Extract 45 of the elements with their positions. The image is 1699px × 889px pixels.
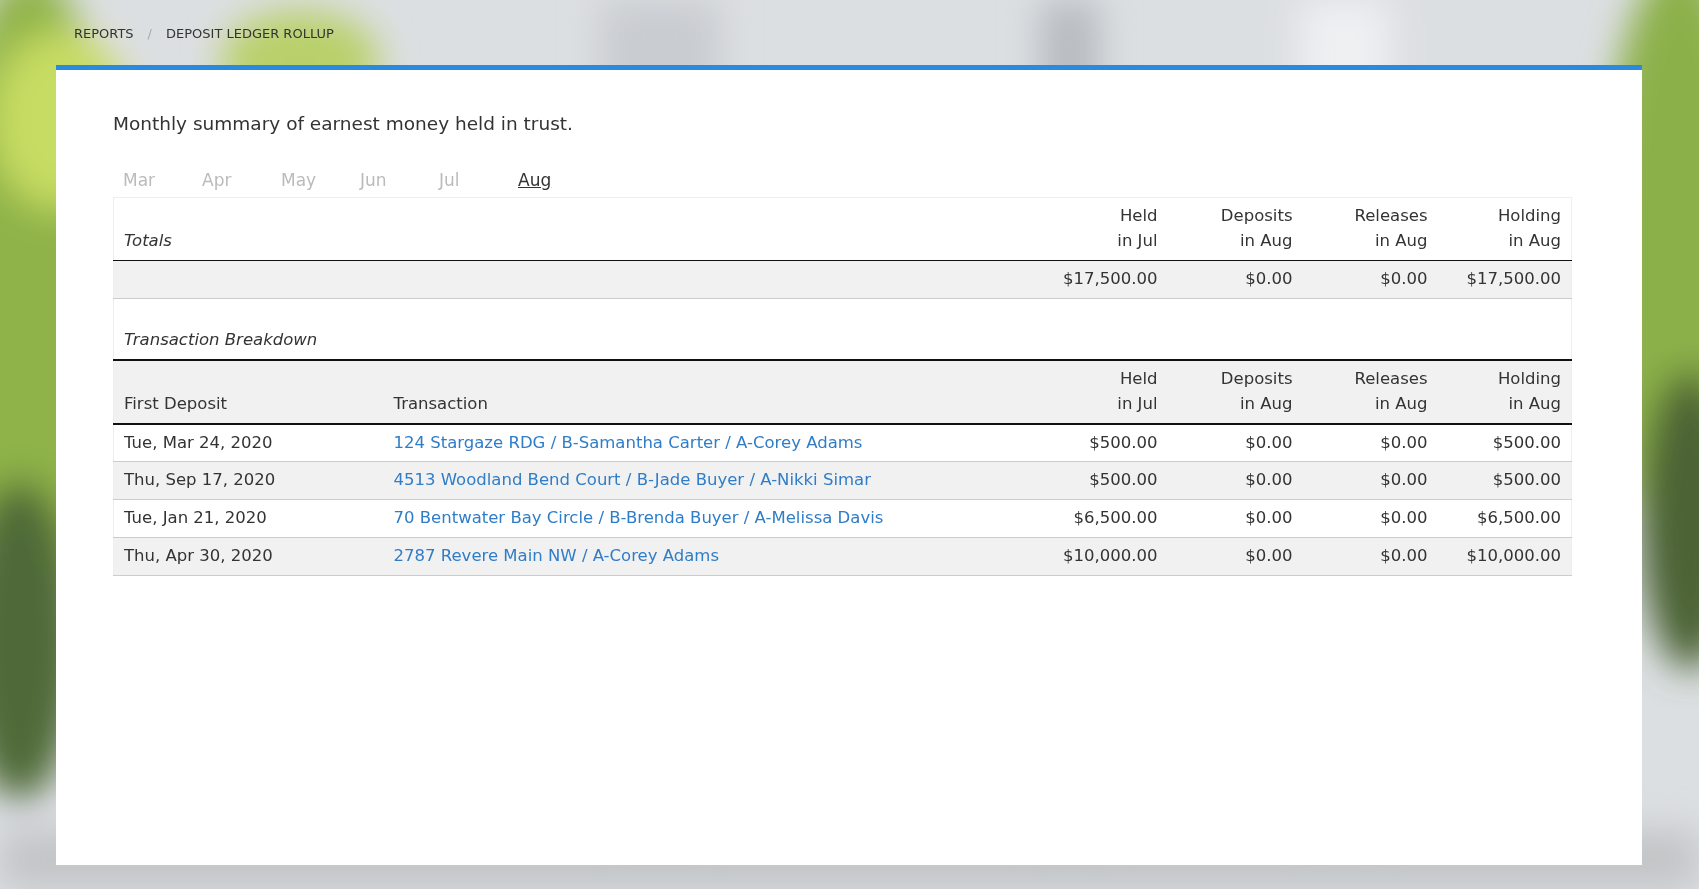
column-header: Transaction <box>383 360 1022 424</box>
table-cell: Thu, Sep 17, 2020 <box>113 461 384 500</box>
table-cell: $10,000.00 <box>1021 537 1168 575</box>
section-title: Totals <box>113 197 1022 261</box>
breadcrumb-separator: / <box>147 24 152 43</box>
table-cell: $10,000.00 <box>1437 537 1572 575</box>
table-cell: $6,500.00 <box>1437 499 1572 538</box>
table-cell: $0.00 <box>1302 423 1438 462</box>
table-cell: Tue, Mar 24, 2020 <box>113 423 384 462</box>
column-header: Held in Jul <box>1021 360 1168 424</box>
month-tab[interactable]: Aug <box>508 167 587 194</box>
transaction-link[interactable]: 70 Bentwater Bay Circle / B-Brenda Buyer / A-Melissa Davis <box>393 508 884 527</box>
column-header: Holding in Aug <box>1437 197 1572 261</box>
table-cell: $500.00 <box>1021 461 1168 500</box>
transaction-link[interactable]: 124 Stargaze RDG / B-Samantha Carter / A-Corey Adams <box>393 432 863 452</box>
table-cell: $500.00 <box>1437 461 1572 500</box>
table-cell: $17,500.00 <box>1021 260 1168 298</box>
column-header: Deposits in Aug <box>1167 197 1303 261</box>
column-header: First Deposit <box>113 360 384 424</box>
transaction-link[interactable]: 4513 Woodland Bend Court / B-Jade Buyer / A-Nikki Simar <box>393 470 871 490</box>
table-cell: Thu, Apr 30, 2020 <box>113 537 384 575</box>
table-cell: $0.00 <box>1302 260 1438 298</box>
table-cell: Tue, Jan 21, 2020 <box>113 499 384 538</box>
breadcrumb-link[interactable]: DEPOSIT LEDGER ROLLUP <box>166 23 334 44</box>
description-text: Monthly summary of earnest money held in trust. <box>113 112 574 136</box>
transaction-link[interactable]: 2787 Revere Main NW / A-Corey Adams <box>393 545 719 565</box>
table-cell: $0.00 <box>1167 461 1303 500</box>
column-header: Holding in Aug <box>1437 360 1572 424</box>
column-header: Held in Jul <box>1021 197 1168 261</box>
month-tab[interactable]: Apr <box>192 167 271 194</box>
table-cell: $0.00 <box>1167 423 1303 462</box>
column-header: Releases in Aug <box>1302 197 1438 261</box>
table-cell: $500.00 <box>1021 423 1168 462</box>
table-cell: $0.00 <box>1167 499 1303 538</box>
table-cell: $500.00 <box>1437 423 1572 462</box>
table-cell: $0.00 <box>1167 537 1303 575</box>
breadcrumb-link[interactable]: REPORTS <box>74 23 134 44</box>
table-cell: $17,500.00 <box>1437 260 1572 298</box>
table-cell: $0.00 <box>1302 537 1438 575</box>
table-cell: $0.00 <box>1167 260 1303 298</box>
column-header: Deposits in Aug <box>1167 360 1303 424</box>
table-cell: $6,500.00 <box>1021 499 1168 538</box>
table-cell: $0.00 <box>1302 499 1438 538</box>
column-header: Releases in Aug <box>1302 360 1438 424</box>
table-cell: $0.00 <box>1302 461 1438 500</box>
